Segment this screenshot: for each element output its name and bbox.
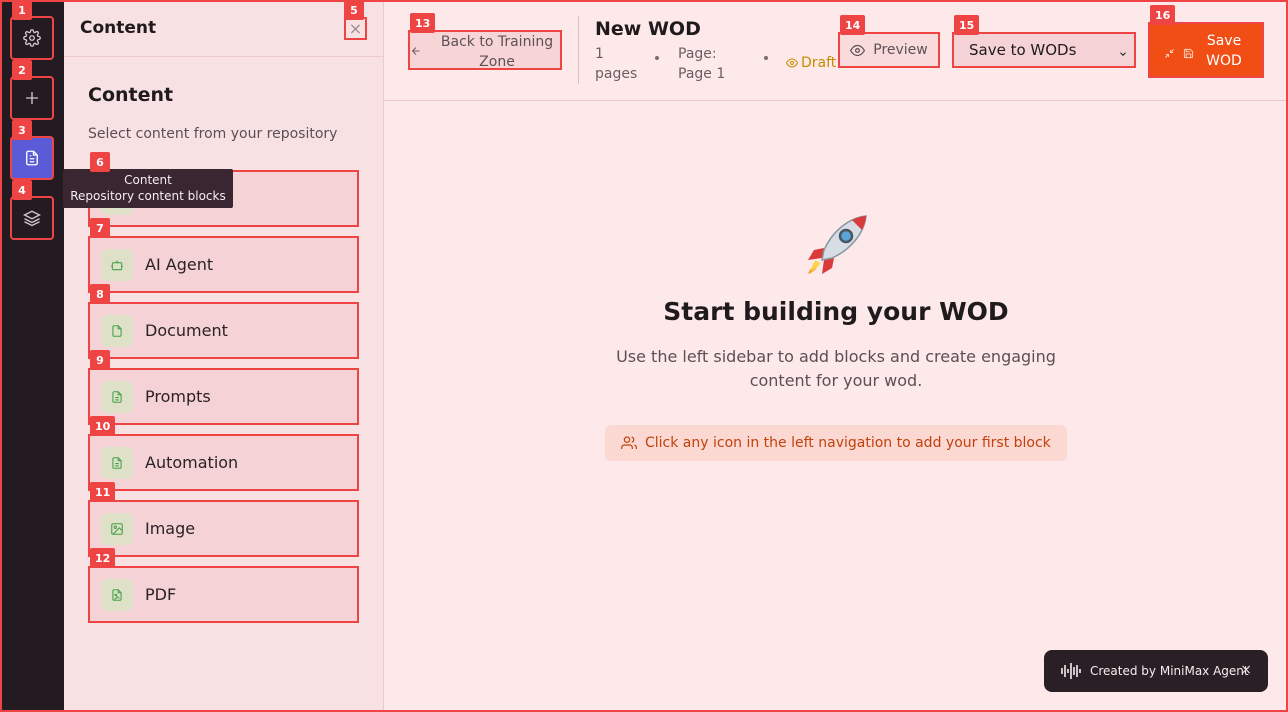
content-item-label: Automation [145,453,239,472]
bot-icon [101,248,133,281]
content-item-label: PDF [145,585,177,604]
marker-badge: 9 [90,350,110,370]
tooltip: Content Repository content blocks [63,169,233,208]
created-by-label: Created by MiniMax Agent [1090,664,1249,678]
file-image-icon [101,578,133,611]
marker-badge: 16 [1150,5,1176,25]
close-panel-button[interactable]: × [344,17,367,40]
empty-state-description: Use the left sidebar to add blocks and c… [616,347,1056,390]
layers-icon [23,210,41,227]
arrow-left-icon [411,47,420,55]
empty-state-hint: Click any icon in the left navigation to… [605,425,1067,461]
current-page: Page: Page 1 [678,44,725,84]
page-title: New WOD [595,18,701,40]
add-button[interactable] [10,76,54,120]
marker-badge: 12 [90,548,116,568]
pages-count: 1 pages [595,44,637,84]
settings-button[interactable] [10,16,54,60]
close-icon: × [348,19,363,38]
file-icon [101,314,133,347]
status-badge: Draft [786,55,836,71]
status-text: Draft [801,55,837,71]
separator-dot [655,56,659,60]
preview-button[interactable]: Preview [838,32,940,68]
eye-icon [786,58,798,68]
audio-wave-icon [1061,663,1081,679]
marker-badge: 6 [90,152,110,172]
marker-badge: 5 [344,0,364,20]
eye-icon [850,44,866,56]
marker-badge: 14 [840,15,866,35]
back-button-label: Back to Training Zone [440,34,554,70]
gear-icon [23,29,41,47]
content-item-prompts[interactable]: Prompts [88,368,359,425]
pages-count-word: pages [595,66,638,82]
marker-badge: 10 [90,416,116,436]
pages-count-value: 1 [595,46,604,62]
file-text-icon [101,446,133,479]
marker-badge: 1 [12,0,32,20]
layers-button[interactable] [10,196,54,240]
marker-badge: 8 [90,284,110,304]
content-item-label: AI Agent [145,255,214,274]
image-icon [101,512,133,545]
content-panel: Content × Content Select content from yo… [64,0,384,712]
marker-badge: 15 [954,15,980,35]
back-to-training-zone-button[interactable]: Back to Training Zone [408,30,562,70]
page-value: Page 1 [678,66,726,82]
separator-dot [764,56,768,60]
chevron-down-icon [1118,45,1128,56]
preview-label: Preview [873,42,928,58]
content-item-label: Document [145,321,228,340]
minimize-icon [1164,45,1175,58]
save-icon [1183,45,1194,59]
marker-badge: 4 [12,180,32,200]
plus-icon [26,92,38,104]
save-destination-value: Save to WODs [969,41,1077,59]
rocket-icon [802,210,872,280]
content-item-image[interactable]: Image [88,500,359,557]
created-by-badge[interactable]: Created by MiniMax Agent × [1044,650,1268,692]
panel-header: Content [64,0,383,57]
marker-badge: 13 [410,13,436,33]
marker-badge: 11 [90,482,116,502]
content-item-label: Prompts [145,387,211,406]
users-icon [621,436,637,449]
tooltip-subtitle: Repository content blocks [70,189,226,203]
page-label: Page: [678,46,717,62]
marker-badge: 3 [12,120,32,140]
marker-badge: 2 [12,60,32,80]
document-icon [26,150,38,166]
save-wod-label: Save WOD [1206,33,1242,69]
left-rail [0,0,64,712]
save-destination-select[interactable]: Save to WODs [952,32,1136,68]
panel-subtitle: Select content from your repository [88,126,338,142]
content-item-automation[interactable]: Automation [88,434,359,491]
file-text-icon [101,380,133,413]
content-item-document[interactable]: Document [88,302,359,359]
content-item-pdf[interactable]: PDF [88,566,359,623]
tooltip-title: Content [124,173,172,187]
panel-heading: Content [88,84,174,106]
close-icon[interactable]: × [1240,662,1252,678]
save-wod-button[interactable]: Save WOD [1148,22,1264,78]
empty-state-title: Start building your WOD [663,297,1009,326]
panel-header-title: Content [80,18,157,38]
content-item-ai-agent[interactable]: AI Agent [88,236,359,293]
header-divider [578,16,579,84]
content-item-label: Image [145,519,196,538]
marker-badge: 7 [90,218,110,238]
content-button[interactable] [10,136,54,180]
hint-text: Click any icon in the left navigation to… [645,435,1051,451]
